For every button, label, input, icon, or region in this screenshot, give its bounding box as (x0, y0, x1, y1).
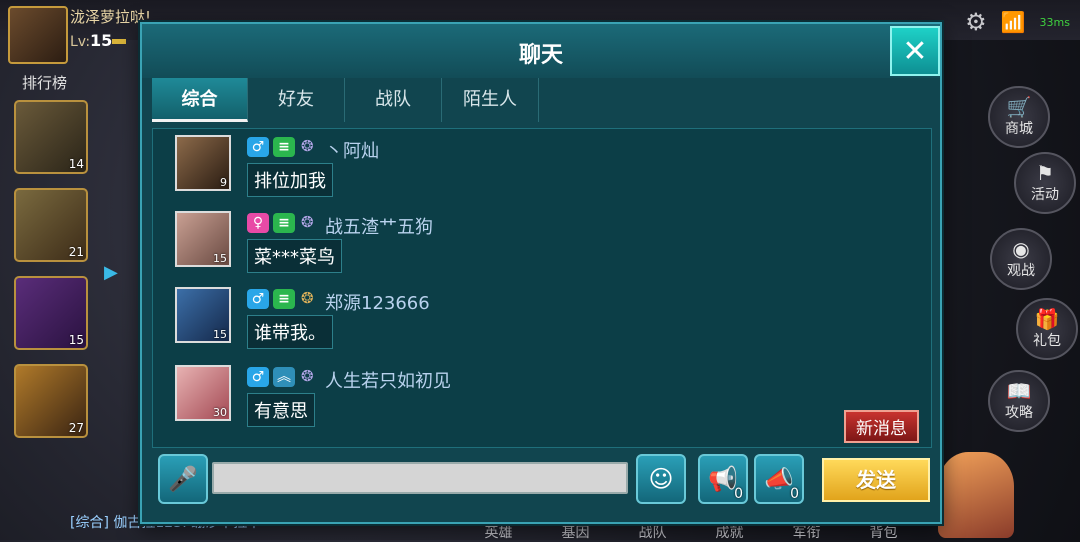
close-icon: ✕ (902, 33, 928, 69)
sender-level: 9 (220, 176, 227, 189)
sender-level: 30 (213, 406, 227, 419)
sender-level: 15 (213, 252, 227, 265)
nav-team[interactable]: 战队 (614, 522, 691, 542)
sender-name[interactable]: 人生若只如初见 (325, 367, 451, 393)
exp-bar (112, 39, 126, 44)
male-icon: ♂ (247, 367, 269, 387)
rank-badge-icon: ≡ (273, 289, 295, 309)
eye-icon: ◉ (1012, 237, 1030, 261)
spectate-label: 观战 (1007, 263, 1035, 279)
cart-icon: 🛒 (1006, 95, 1032, 119)
message-bubble: 有意思 (247, 393, 315, 427)
player-level: Lv:15 (70, 31, 112, 50)
hero-portrait (938, 452, 1014, 538)
player-name: 泷泽萝拉哒! (70, 8, 152, 26)
ranking-level: 15 (68, 333, 84, 347)
book-icon: 📖 (1006, 379, 1032, 403)
flag-icon: ⚑ (1036, 161, 1054, 185)
tab-strangers[interactable]: 陌生人 (442, 78, 539, 122)
male-icon: ♂ (247, 137, 269, 157)
expand-arrow-icon[interactable]: ▶ (104, 262, 118, 283)
ranking-list: 14 21 15 27 (10, 100, 90, 452)
rank-badge-icon: ︽ (273, 367, 295, 387)
dialog-title: 聊天 (518, 43, 563, 68)
level-value: 15 (90, 31, 113, 50)
message-bubble: 谁带我。 (247, 315, 333, 349)
message-bubble: 排位加我 (247, 163, 333, 197)
guide-button[interactable]: 📖 攻略 (988, 370, 1050, 432)
events-button[interactable]: ⚑ 活动 (1014, 152, 1076, 214)
gift-label: 礼包 (1033, 333, 1061, 349)
female-icon: ♀ (247, 213, 269, 233)
guide-label: 攻略 (1005, 405, 1033, 421)
rank-badge-icon: ≡ (273, 213, 295, 233)
smiley-icon: ☺ (648, 465, 674, 493)
male-icon: ♂ (247, 289, 269, 309)
ranking-card[interactable]: 27 (14, 364, 88, 438)
chat-dialog: 聊天 ✕ 综合 好友 战队 陌生人 9 ♂ ≡ ❂ 丶阿灿 排位加我 15 ♀ … (140, 22, 942, 524)
message-list[interactable]: 9 ♂ ≡ ❂ 丶阿灿 排位加我 15 ♀ ≡ ❂ 战五渣艹五狗 菜***菜鸟 … (152, 128, 932, 448)
send-button[interactable]: 发送 (822, 458, 930, 502)
sender-name[interactable]: 战五渣艹五狗 (325, 213, 433, 239)
emblem-icon: ❂ (301, 137, 314, 155)
ranking-level: 14 (68, 157, 84, 171)
nav-rank[interactable]: 军衔 (768, 522, 845, 542)
emblem-icon: ❂ (301, 367, 314, 385)
horn-button-silver[interactable]: 📣 0 (754, 454, 804, 504)
shop-label: 商城 (1005, 121, 1033, 137)
bottom-nav: 英雄 基因 战队 成就 军衔 背包 (460, 522, 922, 542)
rank-badge-icon: ≡ (273, 137, 295, 157)
nav-heroes[interactable]: 英雄 (460, 522, 537, 542)
events-label: 活动 (1031, 187, 1059, 203)
status-area: ⚙ 📶 33ms (965, 8, 1070, 36)
gift-icon: 🎁 (1034, 307, 1060, 331)
nav-backpack[interactable]: 背包 (845, 522, 922, 542)
input-bar: 🎤 ☺ 📢 0 📣 0 发送 (152, 454, 930, 504)
ranking-card[interactable]: 21 (14, 188, 88, 262)
wifi-icon: 📶 (1000, 10, 1026, 34)
player-avatar[interactable] (8, 6, 68, 64)
new-message-button[interactable]: 新消息 (844, 410, 919, 443)
close-button[interactable]: ✕ (890, 26, 940, 76)
sender-name[interactable]: 丶阿灿 (325, 137, 379, 163)
tab-friends[interactable]: 好友 (248, 78, 345, 122)
sender-avatar[interactable]: 15 (175, 287, 231, 343)
nav-achievements[interactable]: 成就 (691, 522, 768, 542)
gear-icon[interactable]: ⚙ (965, 8, 987, 36)
ranking-level: 21 (68, 245, 84, 259)
ranking-title[interactable]: 排行榜 (22, 72, 67, 93)
microphone-icon: 🎤 (168, 465, 198, 493)
gift-button[interactable]: 🎁 礼包 (1016, 298, 1078, 360)
emblem-icon: ❂ (301, 289, 314, 307)
horn-count: 0 (790, 486, 799, 502)
sender-level: 15 (213, 328, 227, 341)
ranking-level: 27 (68, 421, 84, 435)
sender-name[interactable]: 郑源123666 (325, 289, 430, 315)
tab-team[interactable]: 战队 (345, 78, 442, 122)
emoji-button[interactable]: ☺ (636, 454, 686, 504)
message-bubble: 菜***菜鸟 (247, 239, 342, 273)
sender-avatar[interactable]: 15 (175, 211, 231, 267)
voice-button[interactable]: 🎤 (158, 454, 208, 504)
horn-count: 0 (734, 486, 743, 502)
sender-avatar[interactable]: 30 (175, 365, 231, 421)
horn-button-gold[interactable]: 📢 0 (698, 454, 748, 504)
sender-avatar[interactable]: 9 (175, 135, 231, 191)
ranking-card[interactable]: 15 (14, 276, 88, 350)
chat-input[interactable] (212, 462, 628, 494)
ping-text: 33ms (1039, 15, 1070, 29)
spectate-button[interactable]: ◉ 观战 (990, 228, 1052, 290)
dialog-header: 聊天 ✕ (142, 24, 940, 78)
emblem-icon: ❂ (301, 213, 314, 231)
chat-tabs: 综合 好友 战队 陌生人 (152, 78, 539, 122)
level-prefix: Lv: (70, 34, 91, 50)
tab-general[interactable]: 综合 (152, 78, 248, 122)
ranking-card[interactable]: 14 (14, 100, 88, 174)
nav-gene[interactable]: 基因 (537, 522, 614, 542)
shop-button[interactable]: 🛒 商城 (988, 86, 1050, 148)
